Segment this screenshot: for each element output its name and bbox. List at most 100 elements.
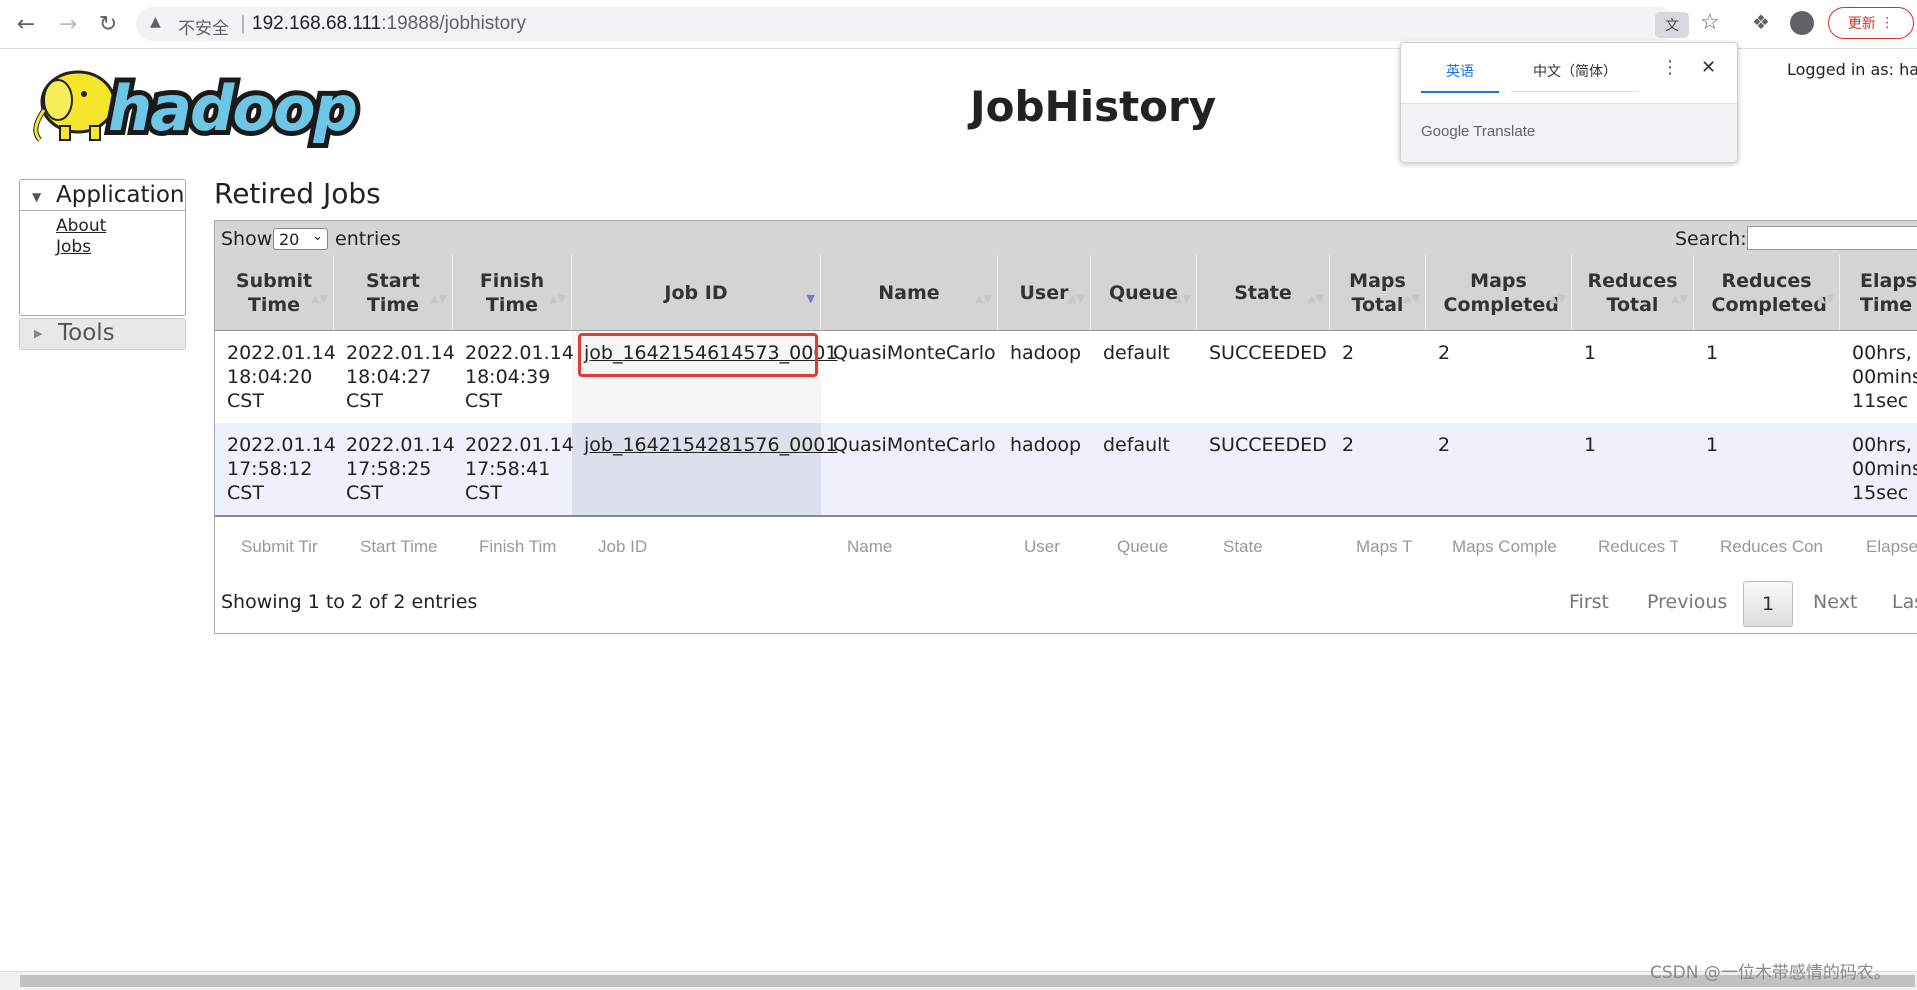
sidebar-application-header[interactable]: ▼ Application: [20, 180, 185, 211]
profile-avatar-icon[interactable]: [1790, 11, 1814, 35]
col-queue[interactable]: Queue ▲▼: [1091, 255, 1197, 330]
translate-popup: 英语 中文（简体） ⋮ ✕ Google Translate: [1400, 42, 1738, 162]
sidebar-link-jobs[interactable]: Jobs: [56, 237, 91, 257]
url-text[interactable]: 192.168.68.111:19888/jobhistory: [252, 13, 526, 35]
search-input[interactable]: [1747, 226, 1917, 250]
filter-name[interactable]: Name: [847, 537, 927, 557]
col-elapsed-time[interactable]: Elapsed Time: [1840, 255, 1917, 330]
pagination-previous[interactable]: Previous: [1647, 591, 1727, 613]
sidebar-link-about[interactable]: About: [56, 216, 106, 236]
reload-icon[interactable]: ↻: [94, 10, 122, 38]
page-title: JobHistory: [970, 82, 1217, 131]
time: 17:58:25: [346, 458, 432, 480]
col-reduces-total[interactable]: Reduces Total ▲▼: [1572, 255, 1694, 330]
col-start-time[interactable]: Start Time ▲▼: [334, 255, 453, 330]
pagination-last[interactable]: Las: [1892, 591, 1917, 613]
sort-icon: ▲▼: [549, 292, 566, 305]
filter-state[interactable]: State: [1223, 537, 1303, 557]
close-icon[interactable]: ✕: [1701, 57, 1716, 78]
filter-queue[interactable]: Queue: [1117, 537, 1187, 557]
maps-total-cell: 2: [1342, 342, 1355, 364]
triangle-right-icon: ▶: [34, 327, 43, 340]
filter-reduces-completed[interactable]: Reduces Con: [1720, 537, 1826, 557]
col-state[interactable]: State ▲▼: [1197, 255, 1330, 330]
col-finish-time[interactable]: Finish Time ▲▼: [453, 255, 572, 330]
pagination-current-page[interactable]: 1: [1743, 581, 1793, 627]
filter-user[interactable]: User: [1024, 537, 1084, 557]
filter-finish-time[interactable]: Finish Tim: [479, 537, 559, 557]
address-separator: |: [240, 13, 247, 34]
col-label: Reduces Total: [1587, 269, 1678, 316]
translate-icon[interactable]: 文: [1655, 12, 1689, 38]
filter-submit-time[interactable]: Submit Tir: [241, 537, 321, 557]
sort-icon: ▲▼: [1403, 292, 1420, 305]
job-id-link[interactable]: job_1642154281576_0001: [584, 434, 837, 456]
col-label: Elapsed Time: [1860, 269, 1917, 316]
col-label: Submit Time: [235, 269, 313, 316]
sidebar-tools-panel[interactable]: ▶ Tools: [19, 318, 186, 350]
horizontal-scrollbar[interactable]: [0, 971, 1917, 990]
tz: CST: [346, 390, 383, 412]
bookmark-star-icon[interactable]: ☆: [1700, 10, 1720, 35]
chevron-down-icon: ⌄: [312, 229, 323, 244]
reduces-total-cell: 1: [1584, 434, 1597, 456]
update-label: 更新: [1847, 16, 1876, 32]
browser-update-button[interactable]: 更新 ⋮: [1828, 7, 1914, 39]
col-name[interactable]: Name ▲▼: [821, 255, 998, 330]
col-reduces-completed[interactable]: Reduces Completed ▲▼: [1694, 255, 1840, 330]
col-label: Queue: [1109, 281, 1178, 304]
warning-icon[interactable]: ▲: [150, 14, 161, 30]
sidebar-application-title: Application: [56, 182, 185, 208]
elapsed-time-cell: 00hrs,00mins,11sec: [1852, 341, 1917, 413]
section-title: Retired Jobs: [214, 177, 381, 210]
back-icon[interactable]: ←: [12, 10, 40, 38]
security-warning-label[interactable]: 不安全: [178, 14, 229, 39]
filter-start-time[interactable]: Start Time: [360, 537, 440, 557]
mins: 00mins,: [1852, 366, 1917, 388]
time: 18:04:39: [465, 366, 551, 388]
table-footer-filters: Submit Tir Start Time Finish Tim Job ID …: [215, 515, 1917, 573]
tz: CST: [227, 390, 264, 412]
col-submit-time[interactable]: Submit Time ▲▼: [215, 255, 334, 330]
translate-tab-source[interactable]: 英语: [1421, 61, 1499, 93]
filter-job-id[interactable]: Job ID: [598, 537, 678, 557]
date: 2022.01.14: [227, 342, 336, 364]
google-translate-brand: Google Translate: [1421, 123, 1536, 140]
tz: CST: [465, 390, 502, 412]
sort-icon: ▲▼: [1307, 292, 1324, 305]
pagination-next[interactable]: Next: [1813, 591, 1857, 613]
name-cell: QuasiMonteCarlo: [833, 434, 996, 456]
more-options-icon[interactable]: ⋮: [1661, 57, 1679, 78]
queue-cell: default: [1103, 342, 1170, 364]
maps-total-cell: 2: [1342, 434, 1355, 456]
page-size-select[interactable]: 20 ⌄: [273, 228, 328, 250]
secs: 15sec: [1852, 482, 1909, 504]
sort-icon: ▲▼: [1068, 292, 1085, 305]
col-job-id[interactable]: Job ID ▼: [572, 255, 821, 330]
watermark: CSDN @一位木带感情的码农。: [1650, 963, 1891, 983]
date: 2022.01.14: [465, 434, 574, 456]
maps-completed-cell: 2: [1438, 434, 1451, 456]
state-cell: SUCCEEDED: [1209, 434, 1327, 456]
name-cell: QuasiMonteCarlo: [833, 342, 996, 364]
col-label: State: [1234, 281, 1292, 304]
table-toolbar: Show 20 ⌄ entries Search:: [215, 221, 1917, 255]
submit-time-cell: 2022.01.14 17:58:12 CST: [227, 433, 336, 505]
hrs: 00hrs,: [1852, 342, 1912, 364]
filter-elapsed-time[interactable]: Elapsec: [1866, 537, 1917, 557]
col-user[interactable]: User ▲▼: [998, 255, 1091, 330]
pagination-first[interactable]: First: [1569, 591, 1609, 613]
reduces-completed-cell: 1: [1706, 342, 1719, 364]
scrollbar-thumb[interactable]: [20, 975, 1915, 987]
col-label: Start Time: [365, 269, 421, 316]
forward-icon[interactable]: →: [54, 10, 82, 38]
col-maps-total[interactable]: Maps Total ▲▼: [1330, 255, 1426, 330]
extensions-puzzle-icon[interactable]: ❖: [1752, 10, 1770, 34]
filter-reduces-total[interactable]: Reduces T: [1598, 537, 1678, 557]
translate-tab-target[interactable]: 中文（简体）: [1511, 61, 1639, 92]
date: 2022.01.14: [465, 342, 574, 364]
filter-maps-completed[interactable]: Maps Comple: [1452, 537, 1558, 557]
col-maps-completed[interactable]: Maps Completed ▲▼: [1426, 255, 1572, 330]
filter-maps-total[interactable]: Maps T: [1356, 537, 1416, 557]
tz: CST: [346, 482, 383, 504]
